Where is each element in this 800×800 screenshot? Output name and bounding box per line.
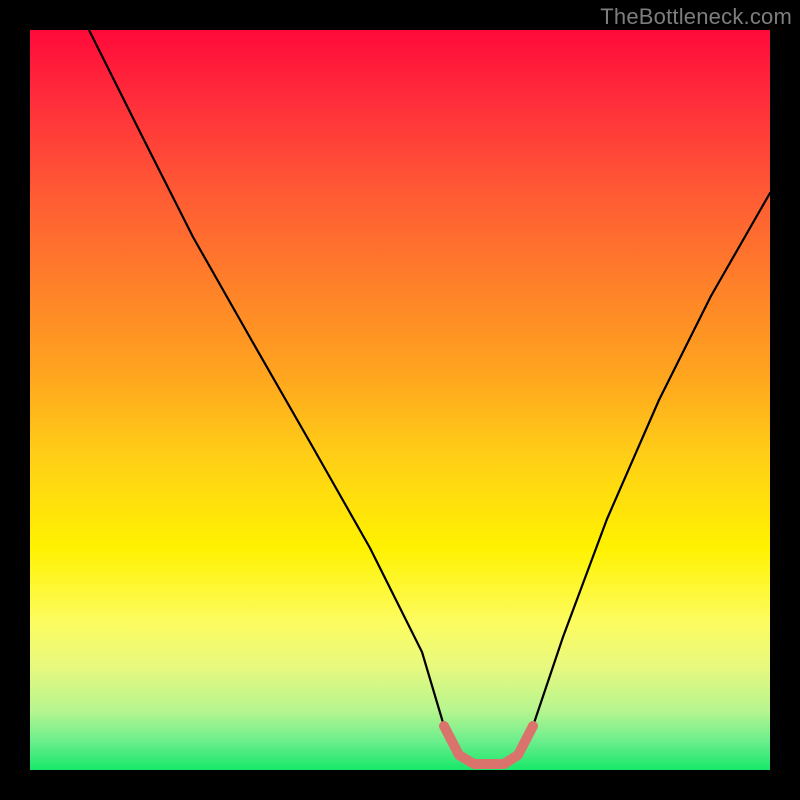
chart-frame: TheBottleneck.com — [0, 0, 800, 800]
curve-layer — [30, 30, 770, 770]
plot-area — [30, 30, 770, 770]
bottleneck-curve — [89, 30, 770, 766]
watermark-text: TheBottleneck.com — [600, 4, 792, 30]
optimal-zone-highlight — [444, 726, 533, 764]
